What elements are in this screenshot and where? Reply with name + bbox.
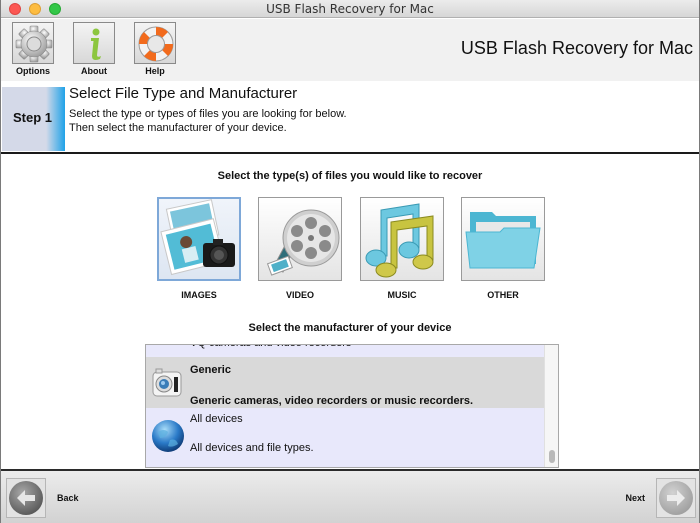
- manufacturer-row-vq[interactable]: VQ cameras and video recorders: [146, 345, 546, 355]
- manufacturer-heading: Select the manufacturer of your device: [248, 322, 452, 334]
- manufacturer-name: Generic: [190, 364, 231, 376]
- back-label[interactable]: Back: [57, 493, 79, 503]
- next-arrow-icon: [659, 481, 693, 515]
- manufacturer-name: All devices: [190, 413, 243, 425]
- about-button[interactable]: About: [72, 22, 116, 76]
- step-description: Select the type or types of files you ar…: [69, 107, 347, 135]
- manufacturer-description: All devices and file types.: [190, 442, 314, 454]
- manufacturer-list[interactable]: VQ cameras and video recorders Generic G…: [145, 344, 559, 468]
- camera-icon: [150, 364, 186, 400]
- help-label: Help: [145, 66, 165, 76]
- help-button[interactable]: Help: [133, 22, 177, 76]
- app-window: USB Flash Recovery for Mac Options About…: [0, 0, 700, 523]
- step-description-line-2: Then select the manufacturer of your dev…: [69, 122, 287, 134]
- manufacturer-description: VQ cameras and video recorders: [190, 345, 351, 349]
- file-type-images[interactable]: IMAGES: [157, 197, 241, 300]
- back-arrow-icon: [9, 481, 43, 515]
- navigation-bar: Back Next: [1, 469, 699, 523]
- manufacturer-description: Generic cameras, video recorders or musi…: [190, 395, 474, 407]
- back-button[interactable]: [6, 478, 46, 518]
- step-indicator: Step 1: [2, 87, 65, 151]
- file-type-other[interactable]: OTHER: [461, 197, 545, 300]
- manufacturer-row-all-devices[interactable]: All devices All devices and file types.: [146, 408, 546, 467]
- manufacturer-list-scrollbar[interactable]: [544, 345, 558, 467]
- music-label: MUSIC: [387, 290, 417, 300]
- file-type-video[interactable]: VIDEO: [258, 197, 342, 300]
- step-header: Step 1 Select File Type and Manufacturer…: [1, 81, 699, 154]
- images-icon: [157, 197, 241, 281]
- brand-title: USB Flash Recovery for Mac: [460, 38, 693, 58]
- music-notes-icon: [360, 197, 444, 281]
- film-reel-icon: [258, 197, 342, 281]
- gear-icon: [12, 22, 54, 64]
- globe-icon: [150, 418, 186, 454]
- other-label: OTHER: [487, 290, 519, 300]
- file-types-heading: Select the type(s) of files you would li…: [217, 170, 483, 182]
- window-title: USB Flash Recovery for Mac: [266, 2, 434, 16]
- title-bar: USB Flash Recovery for Mac: [1, 0, 699, 18]
- main-content: Select the type(s) of files you would li…: [1, 156, 699, 469]
- about-label: About: [81, 66, 107, 76]
- manufacturer-row-generic[interactable]: Generic Generic cameras, video recorders…: [146, 357, 546, 408]
- lifebuoy-icon: [134, 22, 176, 64]
- options-button[interactable]: Options: [11, 22, 55, 76]
- scrollbar-thumb[interactable]: [549, 450, 555, 463]
- info-icon: [73, 22, 115, 64]
- next-button[interactable]: [656, 478, 696, 518]
- step-description-line-1: Select the type or types of files you ar…: [69, 108, 347, 120]
- folder-icon: [461, 197, 545, 281]
- file-type-music[interactable]: MUSIC: [360, 197, 444, 300]
- step-label: Step 1: [13, 110, 53, 125]
- images-label: IMAGES: [181, 290, 217, 300]
- next-label[interactable]: Next: [625, 493, 645, 503]
- step-title: Select File Type and Manufacturer: [69, 85, 298, 102]
- video-label: VIDEO: [285, 290, 314, 300]
- toolbar: Options About Help USB Flash Recovery fo…: [1, 19, 699, 81]
- options-label: Options: [16, 66, 50, 76]
